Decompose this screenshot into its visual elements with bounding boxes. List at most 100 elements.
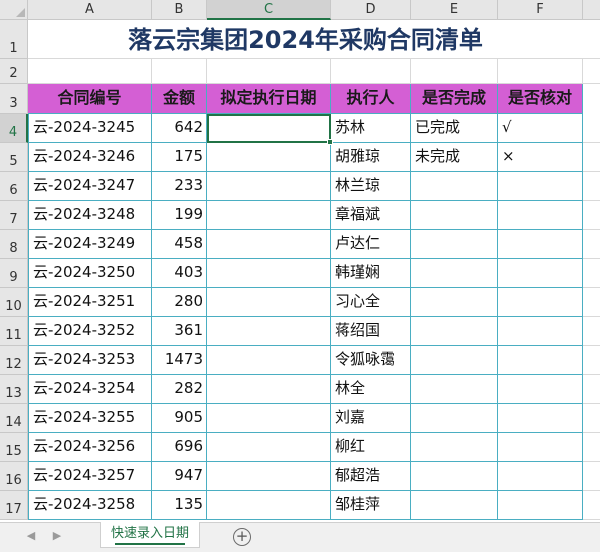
cell-b6[interactable]: 233 xyxy=(152,172,207,201)
cell-f5[interactable]: × xyxy=(498,143,583,172)
cell-e17[interactable] xyxy=(411,491,498,520)
cell-d9[interactable]: 韩瑾娴 xyxy=(331,259,411,288)
row-header-3[interactable]: 3 xyxy=(0,84,28,114)
cell-f11[interactable] xyxy=(498,317,583,346)
spreadsheet-grid[interactable]: 落云宗集团2024年采购合同清单 A B C D E F 1 2 3 4 5 6 7 8 9 10 11 12 13… xyxy=(0,0,600,522)
row-header-6[interactable]: 6 xyxy=(0,172,28,201)
cell-c6[interactable] xyxy=(207,172,331,201)
row-header-10[interactable]: 10 xyxy=(0,288,28,317)
table-header-cell[interactable]: 金额 xyxy=(152,84,207,114)
cell-e8[interactable] xyxy=(411,230,498,259)
cell-e7[interactable] xyxy=(411,201,498,230)
plus-circle-icon[interactable]: + xyxy=(233,528,251,546)
cell-d14[interactable]: 刘嘉 xyxy=(331,404,411,433)
cell-a11[interactable]: 云-2024-3252 xyxy=(28,317,152,346)
cell-b7[interactable]: 199 xyxy=(152,201,207,230)
cell-b16[interactable]: 947 xyxy=(152,462,207,491)
cell-f15[interactable] xyxy=(498,433,583,462)
cell-b9[interactable]: 403 xyxy=(152,259,207,288)
select-all-corner[interactable] xyxy=(0,0,28,20)
column-header-a[interactable]: A xyxy=(28,0,152,20)
cell-a15[interactable]: 云-2024-3256 xyxy=(28,433,152,462)
cell-a10[interactable]: 云-2024-3251 xyxy=(28,288,152,317)
cell-c15[interactable] xyxy=(207,433,331,462)
column-header-d[interactable]: D xyxy=(331,0,411,20)
row-header-9[interactable]: 9 xyxy=(0,259,28,288)
row-header-15[interactable]: 15 xyxy=(0,433,28,462)
column-header-e[interactable]: E xyxy=(411,0,498,20)
cell-a8[interactable]: 云-2024-3249 xyxy=(28,230,152,259)
cell-a16[interactable]: 云-2024-3257 xyxy=(28,462,152,491)
sheet-tab-active[interactable]: 快速录入日期 xyxy=(100,522,200,548)
row-header-12[interactable]: 12 xyxy=(0,346,28,375)
cell-d13[interactable]: 林全 xyxy=(331,375,411,404)
cell-a7[interactable]: 云-2024-3248 xyxy=(28,201,152,230)
cell-e15[interactable] xyxy=(411,433,498,462)
cell-f4[interactable]: √ xyxy=(498,114,583,143)
row-header-14[interactable]: 14 xyxy=(0,404,28,433)
cell-e9[interactable] xyxy=(411,259,498,288)
cell-d11[interactable]: 蒋绍国 xyxy=(331,317,411,346)
cell-b17[interactable]: 135 xyxy=(152,491,207,520)
table-header-cell[interactable]: 拟定执行日期 xyxy=(207,84,331,114)
cell-d7[interactable]: 章福斌 xyxy=(331,201,411,230)
column-header-c[interactable]: C xyxy=(207,0,331,20)
cell-b8[interactable]: 458 xyxy=(152,230,207,259)
row-header-16[interactable]: 16 xyxy=(0,462,28,491)
cell-c13[interactable] xyxy=(207,375,331,404)
cell-b5[interactable]: 175 xyxy=(152,143,207,172)
cell-b4[interactable]: 642 xyxy=(152,114,207,143)
cell-b15[interactable]: 696 xyxy=(152,433,207,462)
cell-e12[interactable] xyxy=(411,346,498,375)
cell-e11[interactable] xyxy=(411,317,498,346)
cell-d15[interactable]: 柳红 xyxy=(331,433,411,462)
cell-c4[interactable] xyxy=(207,114,331,143)
sheet-title[interactable]: 落云宗集团2024年采购合同清单 xyxy=(28,20,583,59)
cell-a17[interactable]: 云-2024-3258 xyxy=(28,491,152,520)
cell-c12[interactable] xyxy=(207,346,331,375)
cell-f16[interactable] xyxy=(498,462,583,491)
cell-d16[interactable]: 郁超浩 xyxy=(331,462,411,491)
cell-d6[interactable]: 林兰琼 xyxy=(331,172,411,201)
cell-b14[interactable]: 905 xyxy=(152,404,207,433)
cell-a6[interactable]: 云-2024-3247 xyxy=(28,172,152,201)
cell-c8[interactable] xyxy=(207,230,331,259)
cell-a13[interactable]: 云-2024-3254 xyxy=(28,375,152,404)
row-header-8[interactable]: 8 xyxy=(0,230,28,259)
table-header-cell[interactable]: 执行人 xyxy=(331,84,411,114)
cell-f8[interactable] xyxy=(498,230,583,259)
cell-c16[interactable] xyxy=(207,462,331,491)
table-header-cell[interactable]: 合同编号 xyxy=(28,84,152,114)
cell-e5[interactable]: 未完成 xyxy=(411,143,498,172)
column-header-b[interactable]: B xyxy=(152,0,207,20)
cell-c7[interactable] xyxy=(207,201,331,230)
cell-b11[interactable]: 361 xyxy=(152,317,207,346)
cell-f14[interactable] xyxy=(498,404,583,433)
cell-f17[interactable] xyxy=(498,491,583,520)
cell-f9[interactable] xyxy=(498,259,583,288)
cell-e4[interactable]: 已完成 xyxy=(411,114,498,143)
cell-f6[interactable] xyxy=(498,172,583,201)
cell-c17[interactable] xyxy=(207,491,331,520)
row-header-13[interactable]: 13 xyxy=(0,375,28,404)
cell-d4[interactable]: 苏林 xyxy=(331,114,411,143)
cell-e10[interactable] xyxy=(411,288,498,317)
cell-d10[interactable]: 习心全 xyxy=(331,288,411,317)
cell-e16[interactable] xyxy=(411,462,498,491)
cell-c5[interactable] xyxy=(207,143,331,172)
row-header-17[interactable]: 17 xyxy=(0,491,28,520)
cell-c11[interactable] xyxy=(207,317,331,346)
row-header-7[interactable]: 7 xyxy=(0,201,28,230)
row-header-11[interactable]: 11 xyxy=(0,317,28,346)
cell-b10[interactable]: 280 xyxy=(152,288,207,317)
cell-c10[interactable] xyxy=(207,288,331,317)
triangle-right-icon[interactable]: ▶ xyxy=(50,529,64,542)
row-header-2[interactable]: 2 xyxy=(0,59,28,84)
triangle-left-icon[interactable]: ◀ xyxy=(24,529,38,542)
fill-handle[interactable] xyxy=(327,139,333,145)
cell-d5[interactable]: 胡雅琼 xyxy=(331,143,411,172)
table-header-cell[interactable]: 是否核对 xyxy=(498,84,583,114)
cell-d12[interactable]: 令狐咏霭 xyxy=(331,346,411,375)
cell-a5[interactable]: 云-2024-3246 xyxy=(28,143,152,172)
cell-e13[interactable] xyxy=(411,375,498,404)
